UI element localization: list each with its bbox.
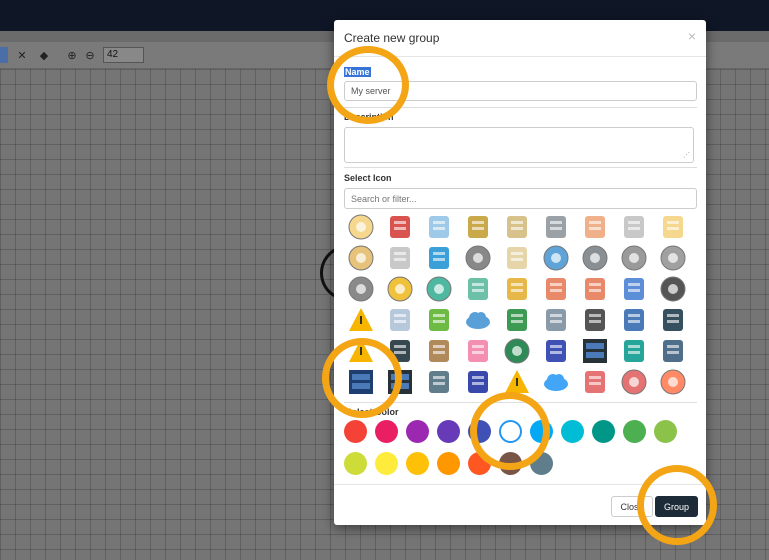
hacker-icon[interactable]: [385, 212, 415, 242]
delivery-truck-icon[interactable]: [424, 367, 454, 397]
color-swatch[interactable]: [437, 420, 460, 443]
color-swatch[interactable]: [344, 452, 367, 475]
create-group-dialog: Create new group × Name My server Descri…: [334, 20, 706, 525]
robot-arm-icon[interactable]: [658, 336, 688, 366]
safe-icon[interactable]: [541, 336, 571, 366]
close-button[interactable]: Close: [611, 496, 653, 517]
color-picker: [344, 420, 704, 480]
zoom-in-icon[interactable]: ⊕: [66, 47, 78, 63]
house-network-icon[interactable]: [619, 305, 649, 335]
play-circle-icon[interactable]: [619, 367, 649, 397]
bus-icon[interactable]: [424, 305, 454, 335]
color-swatch[interactable]: [406, 420, 429, 443]
dashed-circle-icon[interactable]: [463, 243, 493, 273]
group-button[interactable]: Group: [655, 496, 698, 517]
color-swatch[interactable]: [530, 420, 553, 443]
description-textarea[interactable]: ⋰: [344, 127, 694, 163]
compass-icon[interactable]: [541, 243, 571, 273]
database-icon[interactable]: [502, 212, 532, 242]
close-icon[interactable]: ×: [688, 28, 696, 44]
network-hub-icon[interactable]: [463, 212, 493, 242]
firewall-window-icon[interactable]: [541, 274, 571, 304]
description-label: Description: [344, 112, 394, 122]
usb-drive-icon[interactable]: [463, 367, 493, 397]
color-swatch[interactable]: [654, 420, 677, 443]
shield-check-icon[interactable]: [619, 336, 649, 366]
color-swatch[interactable]: [561, 420, 584, 443]
user-circle-icon[interactable]: [424, 274, 454, 304]
color-swatch[interactable]: [592, 420, 615, 443]
satellite-dish-icon[interactable]: [502, 274, 532, 304]
firewall-wall-icon[interactable]: [580, 212, 610, 242]
divider: [344, 107, 697, 108]
server-icon[interactable]: [619, 212, 649, 242]
calculator-icon[interactable]: [502, 305, 532, 335]
laptop-icon[interactable]: [658, 305, 688, 335]
keyhole-circle-icon[interactable]: [385, 274, 415, 304]
network-graph-icon[interactable]: [424, 243, 454, 273]
disc-icon[interactable]: [619, 243, 649, 273]
shuffle-icon[interactable]: ✕: [16, 47, 28, 63]
divider: [344, 167, 697, 168]
warning-icon[interactable]: [502, 367, 532, 397]
icon-search-input[interactable]: [344, 188, 697, 209]
dialog-title: Create new group: [344, 31, 440, 45]
firewall-window-2-icon[interactable]: [580, 274, 610, 304]
spiral-icon[interactable]: [502, 336, 532, 366]
search-shield-icon[interactable]: [658, 212, 688, 242]
lock-icon[interactable]: [346, 243, 376, 273]
color-swatch[interactable]: [468, 452, 491, 475]
globe-window-icon[interactable]: [619, 274, 649, 304]
piggy-bank-icon[interactable]: [463, 336, 493, 366]
color-swatch[interactable]: [499, 452, 522, 475]
name-label: Name: [344, 67, 371, 77]
server-tower-icon[interactable]: [541, 212, 571, 242]
color-swatch[interactable]: [499, 420, 522, 443]
resize-grip-icon[interactable]: ⋰: [683, 152, 690, 159]
gears-icon[interactable]: [580, 243, 610, 273]
tag-icon[interactable]: ◆: [38, 47, 50, 63]
keyhole-icon[interactable]: [346, 212, 376, 242]
color-swatch[interactable]: [623, 420, 646, 443]
dialog-footer: Close Group: [334, 484, 706, 526]
color-swatch[interactable]: [375, 452, 398, 475]
office-building-icon[interactable]: [385, 305, 415, 335]
color-swatch[interactable]: [406, 452, 429, 475]
toolbar-select-icon[interactable]: [0, 47, 8, 63]
power-tower-icon[interactable]: [580, 305, 610, 335]
dotted-circle-icon[interactable]: [658, 274, 688, 304]
cloud-icon[interactable]: [463, 305, 493, 335]
name-input[interactable]: My server: [344, 81, 697, 101]
usb-stick-icon[interactable]: [385, 243, 415, 273]
money-bag-icon[interactable]: [424, 336, 454, 366]
photocopier-icon[interactable]: [541, 305, 571, 335]
lightning-icon[interactable]: [346, 336, 376, 366]
select-icon-label: Select Icon: [344, 173, 392, 183]
smartphone-icon[interactable]: [385, 336, 415, 366]
user-box-icon[interactable]: [580, 367, 610, 397]
dialog-header: Create new group ×: [334, 20, 706, 57]
cloud-network-icon[interactable]: [541, 367, 571, 397]
color-swatch[interactable]: [468, 420, 491, 443]
document-key-icon[interactable]: [502, 243, 532, 273]
zoom-out-icon[interactable]: ⊖: [84, 47, 96, 63]
cd-icon[interactable]: [658, 243, 688, 273]
color-swatch[interactable]: [344, 420, 367, 443]
user-badge-icon[interactable]: [463, 274, 493, 304]
monitor-icon[interactable]: [424, 212, 454, 242]
rack-server-icon[interactable]: [580, 336, 610, 366]
server-rack-2-icon[interactable]: [385, 367, 415, 397]
divider: [344, 402, 697, 403]
settings-cog-icon[interactable]: [658, 367, 688, 397]
color-swatch[interactable]: [530, 452, 553, 475]
server-rack-icon[interactable]: [346, 367, 376, 397]
color-swatch[interactable]: [375, 420, 398, 443]
color-swatch[interactable]: [437, 452, 460, 475]
select-color-label: Select Color: [346, 407, 399, 417]
radiation-icon[interactable]: [346, 305, 376, 335]
zoom-level-input[interactable]: 42: [103, 47, 144, 63]
gear-pair-icon[interactable]: [346, 274, 376, 304]
